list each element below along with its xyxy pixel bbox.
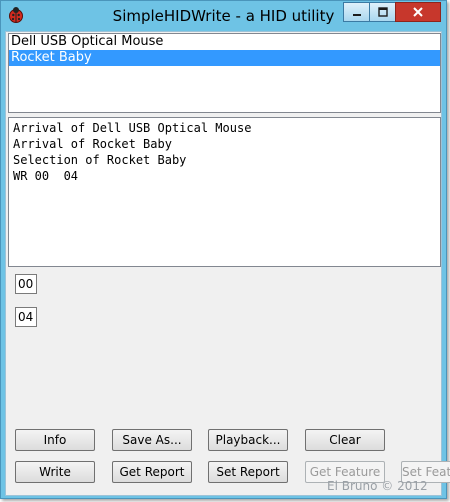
byte0-field[interactable]: 00	[15, 274, 37, 294]
get-report-button[interactable]: Get Report	[112, 461, 192, 483]
app-window: SimpleHIDWrite - a HID utility Dell USB …	[0, 0, 450, 499]
minimize-icon	[352, 14, 361, 16]
write-button[interactable]: Write	[15, 461, 95, 483]
maximize-button[interactable]	[369, 2, 396, 22]
close-button[interactable]	[395, 2, 441, 22]
device-list[interactable]: Dell USB Optical Mouse Rocket Baby	[8, 33, 441, 113]
info-button[interactable]: Info	[15, 429, 95, 451]
close-icon	[413, 7, 423, 17]
minimize-button[interactable]	[343, 2, 370, 22]
log-output[interactable]: Arrival of Dell USB Optical Mouse Arriva…	[8, 117, 441, 267]
log-line: Arrival of Rocket Baby	[13, 137, 172, 151]
device-list-item-selected[interactable]: Rocket Baby	[9, 50, 440, 66]
clear-button[interactable]: Clear	[305, 429, 385, 451]
device-list-item[interactable]: Dell USB Optical Mouse	[9, 34, 440, 50]
byte1-field[interactable]: 04	[15, 307, 37, 327]
log-line: Arrival of Dell USB Optical Mouse	[13, 121, 252, 135]
title-bar[interactable]: SimpleHIDWrite - a HID utility	[1, 1, 446, 31]
playback-button[interactable]: Playback...	[208, 429, 288, 451]
log-line: Selection of Rocket Baby	[13, 153, 187, 167]
watermark: El Bruno © 2012	[327, 479, 428, 493]
save-as-button[interactable]: Save As...	[112, 429, 192, 451]
maximize-icon	[377, 7, 388, 17]
set-report-button[interactable]: Set Report	[208, 461, 288, 483]
client-area: Dell USB Optical Mouse Rocket Baby Arriv…	[5, 31, 450, 496]
log-line: WR 00 04	[13, 169, 79, 183]
